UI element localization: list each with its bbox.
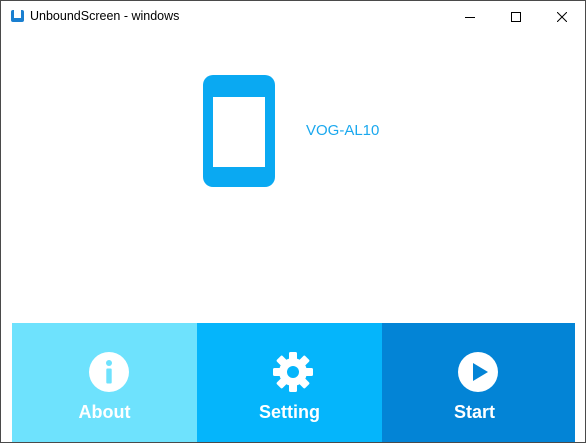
start-button[interactable]: Start <box>382 323 575 442</box>
about-button[interactable]: About <box>12 323 197 442</box>
minimize-button[interactable] <box>447 1 493 32</box>
window-title: UnboundScreen - windows <box>30 9 180 23</box>
gear-icon <box>273 352 313 392</box>
maximize-button[interactable] <box>493 1 539 32</box>
start-label: Start <box>453 402 495 422</box>
setting-button[interactable]: Setting <box>197 323 382 442</box>
device-name: VOG-AL10 <box>306 122 380 139</box>
action-bar: About Setting Start <box>12 323 575 442</box>
about-label: About <box>78 402 131 422</box>
close-icon <box>557 11 567 22</box>
title-bar[interactable]: UnboundScreen - windows <box>1 1 585 32</box>
app-window: UnboundScreen - windows VOG-AL10 About S… <box>0 0 586 443</box>
phone-icon <box>203 75 275 187</box>
phone-screen <box>213 97 265 167</box>
play-icon <box>458 352 498 392</box>
minimize-icon <box>465 16 475 18</box>
setting-label: Setting <box>259 402 320 422</box>
info-icon <box>89 352 129 392</box>
app-icon <box>11 10 24 22</box>
close-button[interactable] <box>539 1 585 32</box>
maximize-icon <box>511 11 521 22</box>
